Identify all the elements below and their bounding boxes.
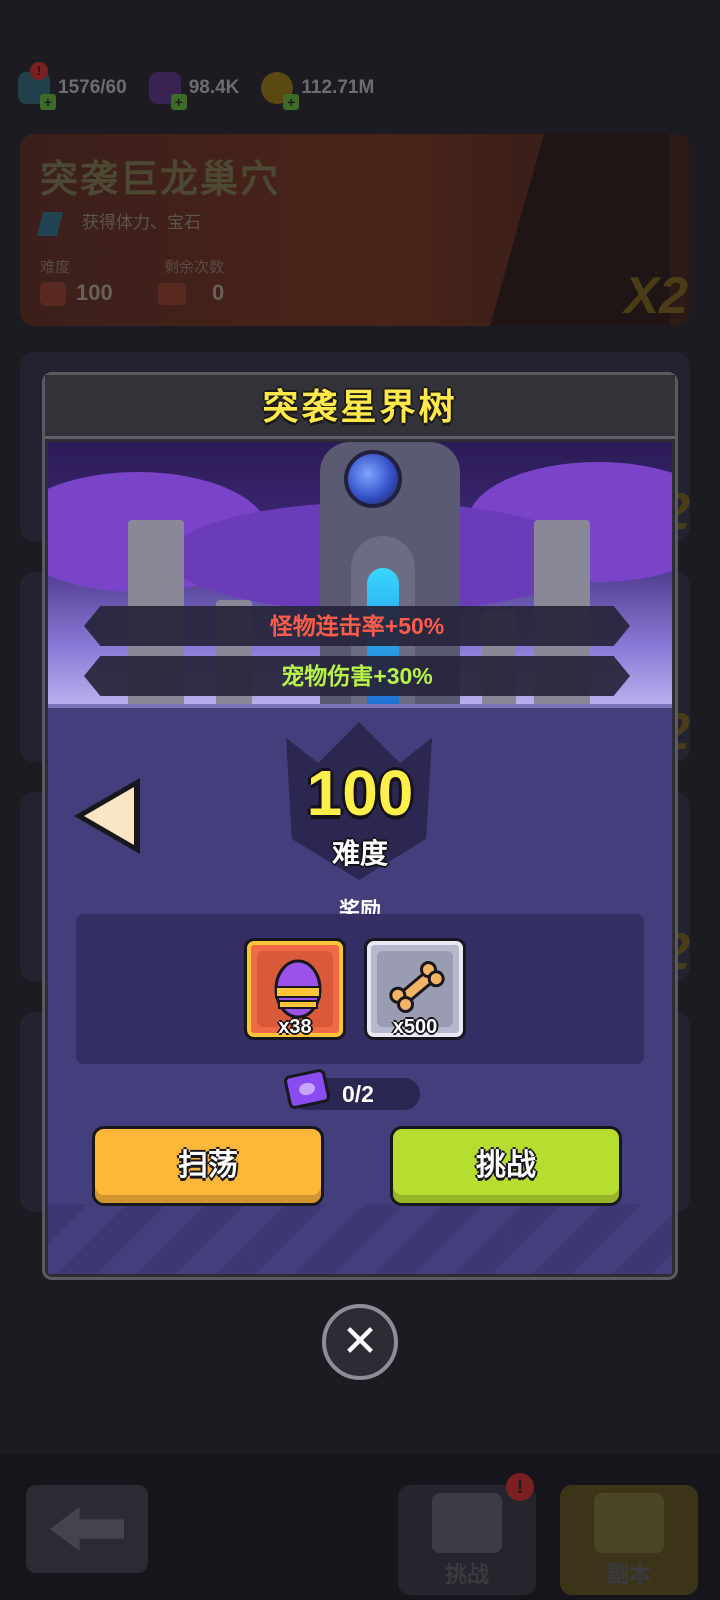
- challenge-button[interactable]: 挑战: [390, 1126, 622, 1206]
- nav-challenge-label: 挑战: [444, 1562, 489, 1587]
- panel-pattern: [48, 1204, 672, 1274]
- dialog-title: 突袭星界树: [262, 386, 458, 427]
- plus-icon: +: [170, 94, 187, 110]
- sweep-button[interactable]: 扫荡: [92, 1126, 324, 1206]
- resource-bar: + ! 1576/60 + 98.4K + 112.71M: [0, 60, 720, 116]
- astral-tree-scene: 怪物连击率+50% 宠物伤害+30%: [48, 442, 672, 704]
- bottom-nav: ! 挑战 副本: [0, 1455, 720, 1600]
- dragon-lair-card[interactable]: 突袭巨龙巢穴 获得体力、宝石 难度 剩余次数 100 0 X2: [20, 134, 690, 326]
- back-arrow-icon: [50, 1507, 124, 1551]
- coin-resource[interactable]: + 112.71M: [261, 72, 375, 110]
- energy-value: 1576/60: [58, 77, 127, 98]
- plus-icon: +: [40, 94, 56, 110]
- event-subtitle: 获得体力、宝石: [37, 208, 201, 236]
- pet-egg-icon: [274, 959, 322, 1019]
- nav-challenge-button[interactable]: ! 挑战: [398, 1473, 536, 1595]
- back-button[interactable]: [26, 1485, 148, 1573]
- difficulty-value: 100: [306, 757, 414, 829]
- gem-value: 98.4K: [188, 77, 240, 98]
- remaining-value: 0: [158, 280, 224, 306]
- difficulty-value: 100: [40, 280, 113, 307]
- reward-list: x38 x500: [76, 914, 644, 1064]
- energy-resource[interactable]: + ! 1576/60: [18, 62, 127, 110]
- coin-icon: +: [261, 72, 300, 110]
- ticket-icon: [158, 283, 186, 306]
- energy-icon: + !: [18, 62, 56, 110]
- nav-dungeon-label: 副本: [606, 1562, 651, 1587]
- difficulty-label: 难度: [40, 259, 71, 276]
- alert-badge: !: [506, 1473, 534, 1501]
- reward-count: x38: [278, 1016, 312, 1038]
- coin-value: 112.71M: [301, 77, 375, 98]
- close-icon: ✕: [341, 1317, 379, 1366]
- alert-badge: !: [30, 62, 48, 80]
- event-title: 突袭巨龙巢穴: [40, 159, 281, 201]
- difficulty-label: 难度: [331, 838, 388, 869]
- fire-icon: [40, 282, 66, 307]
- blue-orb-icon: [344, 450, 402, 508]
- remaining-label: 剩余次数: [164, 259, 225, 276]
- multiplier-badge: X2: [624, 267, 688, 325]
- bolt-icon: [37, 211, 63, 236]
- gem-icon: +: [148, 72, 187, 110]
- crossed-swords-icon: [432, 1493, 502, 1553]
- difficulty-panel: 100 难度 奖励 x38 x500 0/2 扫荡 挑战: [48, 704, 672, 1274]
- ticket-count: 0/2: [342, 1081, 374, 1107]
- nav-dungeon-button[interactable]: 副本: [560, 1485, 698, 1595]
- reward-item-bone[interactable]: x500: [364, 938, 466, 1040]
- raid-dialog: 突袭星界树 怪物连击率+50% 宠物伤害+30% 100 难度 奖励 x38 x…: [42, 372, 678, 1280]
- buff-monster-combo: 怪物连击率+50%: [84, 606, 630, 646]
- bone-icon: [389, 961, 445, 1013]
- close-button[interactable]: ✕: [322, 1304, 398, 1380]
- reward-count: x500: [392, 1016, 438, 1038]
- reward-item-egg[interactable]: x38: [244, 938, 346, 1040]
- castle-icon: [594, 1493, 664, 1553]
- plus-icon: +: [283, 94, 300, 110]
- buff-pet-damage: 宠物伤害+30%: [84, 656, 630, 696]
- gem-resource[interactable]: + 98.4K: [148, 72, 240, 110]
- dialog-header: 突袭星界树: [45, 375, 675, 439]
